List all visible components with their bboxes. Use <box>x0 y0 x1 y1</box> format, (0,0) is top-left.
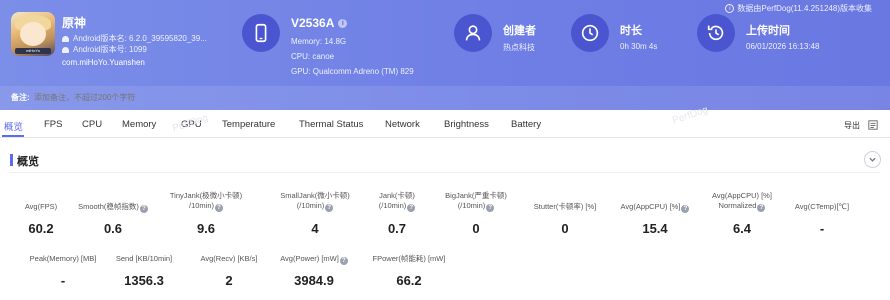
help-icon[interactable]: ? <box>486 204 495 212</box>
info-icon: i <box>725 4 735 13</box>
tab-bar: 概览 FPS CPU Memory GPU Temperature Therma… <box>0 114 890 138</box>
metric-label: Avg(CTemp)[℃] <box>794 202 850 211</box>
metric-value: 3984.9 <box>294 273 334 288</box>
user-icon <box>454 14 492 52</box>
export-icon[interactable] <box>868 120 878 130</box>
app-package: com.miHoYo.Yuanshen <box>62 58 145 67</box>
help-icon[interactable]: ? <box>215 204 223 212</box>
app-version: Android版本名: 6.2.0_39595820_39... <box>62 33 207 44</box>
device-info-icon[interactable]: i <box>338 18 348 28</box>
metric-label: Avg(AppCPU) [%] <box>712 191 772 200</box>
metric-card: FPower(帧能耗) [mW] 66.2 <box>354 254 464 293</box>
device-memory: Memory: 14.8G <box>291 37 347 46</box>
upload-label: 上传时间 <box>746 25 790 37</box>
tab-temperature[interactable]: Temperature <box>222 119 275 130</box>
tab-memory[interactable]: Memory <box>122 119 156 130</box>
help-icon[interactable]: ? <box>325 204 334 212</box>
app-name: 原神 <box>62 16 87 30</box>
metric-card: Avg(CTemp)[℃] - <box>767 202 877 241</box>
metric-value: 66.2 <box>396 273 422 288</box>
header-banner: i 数据由PerfDog(11.4.251248)版本收集 miHoYo 原神 … <box>0 0 890 110</box>
data-source: i 数据由PerfDog(11.4.251248)版本收集 <box>725 3 872 14</box>
collapse-button[interactable] <box>864 151 881 168</box>
help-icon[interactable]: ? <box>339 257 348 265</box>
device-cpu: CPU: canoe <box>291 52 335 61</box>
tab-fps[interactable]: FPS <box>44 119 62 130</box>
tab-cpu[interactable]: CPU <box>82 119 102 130</box>
metric-card: TinyJank(极微小卡顿)/10min)? 9.6 <box>151 191 261 241</box>
device-gpu: GPU: Qualcomm Adreno (TM) 829 <box>291 67 414 76</box>
creator-label: 创建者 <box>503 25 536 37</box>
android-icon <box>62 46 69 53</box>
app-icon: miHoYo <box>11 12 55 56</box>
tab-battery[interactable]: Battery <box>511 119 541 130</box>
active-tab-indicator <box>2 135 24 137</box>
tab-overview[interactable]: 概览 <box>4 119 23 133</box>
tab-gpu[interactable]: GPU <box>181 119 202 130</box>
tab-thermal-status[interactable]: Thermal Status <box>299 119 363 130</box>
duration-value: 0h 30m 4s <box>620 42 658 51</box>
history-icon <box>697 14 735 52</box>
data-source-text: 数据由PerfDog(11.4.251248)版本收集 <box>737 4 872 13</box>
phone-icon <box>242 14 280 52</box>
device-name: V2536A i <box>291 16 348 30</box>
section-accent-bar <box>10 154 13 166</box>
app-icon-tag: miHoYo <box>15 48 51 54</box>
tab-brightness[interactable]: Brightness <box>444 119 489 130</box>
clock-icon <box>571 14 609 52</box>
metric-value: 9.6 <box>196 221 216 236</box>
upload-value: 06/01/2026 16:13:48 <box>746 42 820 51</box>
help-icon[interactable]: ? <box>407 204 416 212</box>
note-input[interactable] <box>34 91 214 103</box>
chevron-down-icon <box>869 157 876 162</box>
android-icon <box>62 35 69 42</box>
creator-value: 热点科技 <box>503 43 535 52</box>
metric-label: BigJank(严重卡顿) <box>445 191 507 200</box>
note-label: 备注: <box>11 93 30 102</box>
section-divider <box>10 172 880 173</box>
metric-value: - <box>819 221 825 236</box>
metric-label: Avg(Power) [mW]? <box>259 254 369 265</box>
help-icon[interactable]: ? <box>139 205 148 213</box>
export-button[interactable]: 导出 <box>844 120 860 131</box>
section-title: 概览 <box>17 156 39 168</box>
metric-label: TinyJank(极微小卡顿) <box>169 191 243 200</box>
metric-label-sub: /10min)? <box>151 201 261 212</box>
app-version-code: Android版本号: 1099 <box>62 44 147 55</box>
help-icon[interactable]: ? <box>757 204 766 212</box>
duration-label: 时长 <box>620 25 642 37</box>
metric-card: Avg(Power) [mW]? 3984.9 <box>259 254 369 293</box>
tab-network[interactable]: Network <box>385 119 420 130</box>
metric-label: FPower(帧能耗) [mW] <box>372 254 446 263</box>
